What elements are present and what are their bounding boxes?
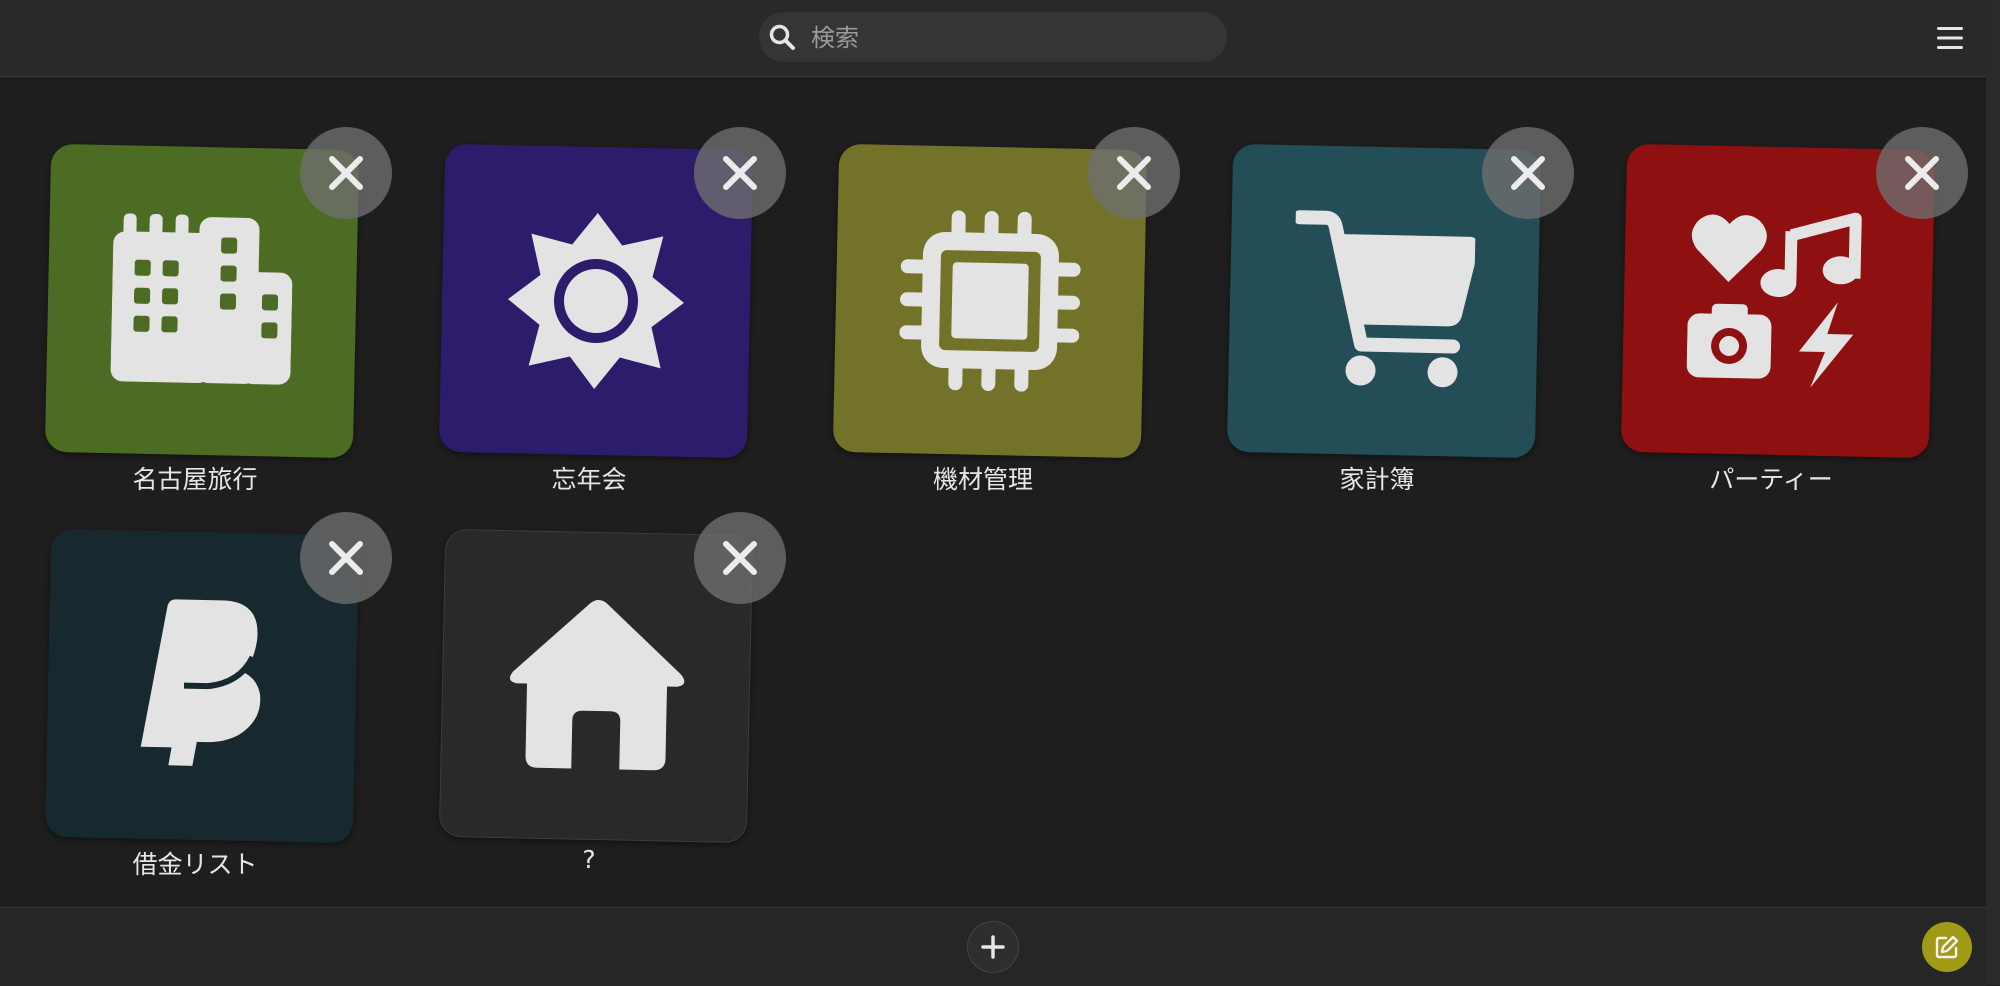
- edit-pencil-icon: [1935, 935, 1959, 959]
- remove-tile-button[interactable]: [300, 512, 392, 604]
- board-tile: 名古屋旅行: [30, 127, 392, 494]
- remove-tile-button[interactable]: [694, 512, 786, 604]
- close-icon: [1117, 156, 1151, 190]
- edit-button[interactable]: [1922, 922, 1972, 972]
- hamburger-menu-icon[interactable]: [1936, 25, 1964, 51]
- plus-icon: [981, 935, 1005, 959]
- tile-label: パーティー: [1709, 465, 1833, 494]
- shopping-cart-icon: [1292, 210, 1476, 388]
- tile-label: 借金リスト: [132, 850, 258, 879]
- close-icon: [1905, 156, 1939, 190]
- board-tile: 借金リスト: [30, 512, 392, 879]
- search-box[interactable]: [759, 12, 1227, 64]
- icons-heart-music-camera-bolt-icon: [1686, 212, 1862, 388]
- board-tile: 家計簿: [1212, 127, 1574, 494]
- tile-label: 名古屋旅行: [132, 465, 258, 494]
- city-buildings-icon: [110, 213, 293, 385]
- close-icon: [1511, 156, 1545, 190]
- board-tile: 忘年会: [424, 127, 786, 494]
- scrollbar[interactable]: [1986, 0, 2000, 985]
- search-icon: [769, 24, 795, 50]
- microchip-icon: [899, 210, 1081, 392]
- tile-label: 家計簿: [1339, 465, 1415, 494]
- sun-icon: [508, 213, 684, 389]
- close-icon: [723, 156, 757, 190]
- tile-label: 機材管理: [932, 465, 1033, 494]
- board-tile: パーティー: [1606, 127, 1968, 494]
- board-tile: ?: [424, 512, 786, 874]
- bottom-bar: [0, 907, 1986, 986]
- house-icon: [509, 600, 685, 771]
- close-icon: [329, 156, 363, 190]
- search-input[interactable]: [809, 12, 1213, 64]
- paypal-icon: [140, 599, 261, 766]
- close-icon: [723, 541, 757, 575]
- board-tile: 機材管理: [818, 127, 1180, 494]
- add-button[interactable]: [967, 921, 1019, 973]
- remove-tile-button[interactable]: [300, 127, 392, 219]
- close-icon: [329, 541, 363, 575]
- tile-label: ?: [582, 845, 596, 874]
- remove-tile-button[interactable]: [1876, 127, 1968, 219]
- remove-tile-button[interactable]: [694, 127, 786, 219]
- remove-tile-button[interactable]: [1088, 127, 1180, 219]
- top-bar: [0, 0, 1986, 77]
- remove-tile-button[interactable]: [1482, 127, 1574, 219]
- tile-label: 忘年会: [551, 465, 627, 494]
